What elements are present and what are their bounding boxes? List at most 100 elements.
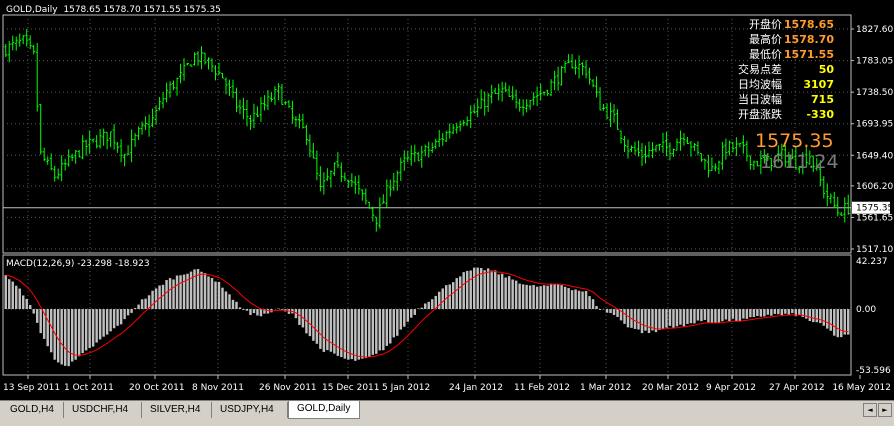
macd-histogram-bar (529, 285, 531, 309)
macd-histogram-bar (735, 309, 737, 321)
price-bar (476, 98, 479, 117)
price-bar (85, 140, 88, 156)
macd-histogram-bar (809, 309, 811, 321)
price-bar (630, 145, 633, 152)
macd-histogram-bar (337, 309, 339, 356)
macd-histogram-bar (228, 294, 230, 309)
info-value: 1578.65 (782, 17, 834, 32)
macd-histogram-bar (494, 270, 496, 309)
macd-histogram-bar (368, 309, 370, 357)
macd-histogram-bar (714, 309, 716, 323)
price-bar (18, 34, 21, 47)
price-bar (707, 155, 710, 178)
price-bar (602, 104, 605, 111)
price-bar (78, 150, 81, 158)
macd-histogram-bar (728, 309, 730, 321)
price-bar (504, 82, 507, 92)
macd-histogram-bar (466, 271, 468, 309)
macd-histogram-bar (39, 309, 41, 333)
price-bar (658, 144, 661, 150)
scroll-right-icon[interactable]: ► (878, 403, 892, 417)
price-bar (448, 123, 451, 138)
price-bar (546, 90, 549, 96)
macd-histogram-bar (123, 309, 125, 319)
price-bar (686, 137, 689, 144)
macd-histogram-bar (382, 309, 384, 350)
macd-histogram-bar (567, 288, 569, 309)
macd-histogram-bar (693, 309, 695, 323)
price-bar (543, 92, 546, 96)
tab-silver-h4[interactable]: SILVER,H4 (142, 402, 212, 418)
price-bar (333, 162, 336, 176)
macd-histogram-bar (672, 309, 674, 328)
price-bar (127, 145, 130, 154)
price-bar (571, 54, 574, 68)
macd-histogram-bar (648, 309, 650, 333)
price-bar (137, 126, 140, 140)
macd-histogram-bar (155, 288, 157, 309)
tab-gold-h4[interactable]: GOLD,H4 (2, 402, 64, 418)
scroll-left-icon[interactable]: ◄ (863, 403, 877, 417)
macd-histogram-bar (358, 309, 360, 360)
price-bar (158, 97, 161, 110)
price-bar (508, 86, 511, 97)
macd-histogram-bar (574, 289, 576, 309)
macd-label: MACD(12,26,9) -23.298 -18.923 (6, 259, 150, 269)
macd-histogram-bar (207, 277, 209, 310)
tab-usdjpy-h4[interactable]: USDJPY,H4 (212, 402, 288, 418)
macd-histogram-bar (19, 289, 21, 309)
price-bar (74, 150, 77, 164)
price-bar (654, 145, 657, 152)
info-label: 最低价 (749, 47, 782, 62)
price-bar (829, 193, 832, 203)
macd-histogram-bar (361, 309, 363, 359)
price-bar (336, 152, 339, 168)
macd-histogram-bar (564, 287, 566, 309)
price-bar (235, 88, 238, 112)
macd-histogram-bar (840, 309, 842, 337)
price-bar (438, 130, 441, 147)
macd-histogram-bar (606, 309, 608, 313)
macd-histogram-bar (669, 309, 671, 326)
price-bar (840, 212, 843, 216)
macd-tick-label: -53.596 (856, 366, 891, 376)
price-bar (728, 141, 731, 156)
macd-histogram-bar (756, 309, 758, 316)
price-bar (574, 60, 577, 75)
macd-histogram-bar (777, 309, 779, 314)
macd-histogram-bar (487, 268, 489, 309)
price-bar (564, 61, 567, 73)
macd-histogram-bar (116, 309, 118, 326)
tab-scroll-buttons: ◄► (863, 403, 892, 417)
price-bar (172, 80, 175, 90)
macd-histogram-bar (508, 276, 510, 309)
tab-gold-daily[interactable]: GOLD,Daily (288, 401, 360, 419)
chart-area[interactable]: 1827.601783.051738.501693.951649.401606.… (0, 0, 894, 400)
price-bar (532, 92, 535, 105)
macd-histogram-bar (50, 309, 52, 352)
price-bar (186, 63, 189, 65)
price-bar (231, 80, 234, 98)
tab-usdchf-h4[interactable]: USDCHF,H4 (64, 402, 142, 418)
macd-histogram-bar (141, 299, 143, 309)
price-bar (682, 133, 685, 146)
date-tick-label: 1 Mar 2012 (580, 383, 631, 393)
macd-histogram-bar (428, 302, 430, 309)
macd-histogram-bar (323, 309, 325, 352)
macd-histogram-bar (665, 309, 667, 328)
price-bar (252, 104, 255, 128)
price-bar (595, 76, 598, 97)
price-bar (413, 145, 416, 162)
price-tick-label: 1649.40 (856, 151, 893, 161)
price-bar (833, 192, 836, 208)
price-bar (238, 100, 241, 115)
price-bar (179, 64, 182, 84)
macd-histogram-bar (609, 309, 611, 313)
macd-histogram-bar (67, 309, 69, 366)
price-bar (214, 65, 217, 80)
price-bar (585, 60, 588, 78)
price-bar (270, 92, 273, 101)
macd-histogram-bar (637, 309, 639, 329)
macd-panel-frame (3, 255, 851, 375)
macd-histogram-bar (770, 309, 772, 316)
